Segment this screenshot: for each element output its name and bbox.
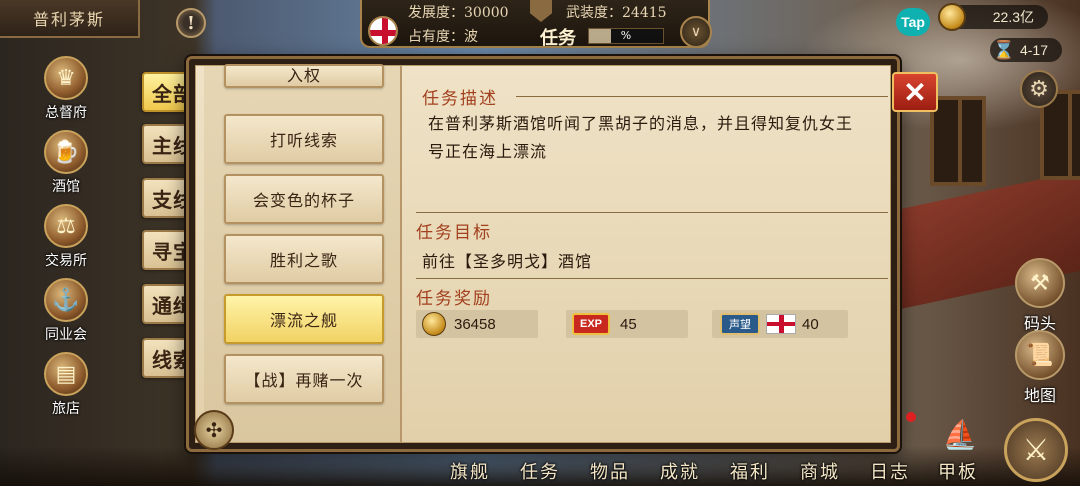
- bed-icon: ▤: [44, 352, 88, 396]
- military-stat: 武装度：24415: [566, 5, 667, 21]
- bottom-nav-flagship[interactable]: 旗舰: [450, 458, 490, 484]
- nav-map[interactable]: 📜 地图: [1012, 330, 1068, 406]
- description-title: 任务描述: [422, 89, 498, 109]
- gold-amount: 22.3亿: [992, 9, 1034, 25]
- quest-item[interactable]: 打听线索: [224, 114, 384, 164]
- date-display: ⌛ 4-17: [990, 38, 1062, 62]
- mug-icon: 🍺: [44, 130, 88, 174]
- reward-gold-value: 36458: [454, 315, 496, 333]
- city-name: 普利茅斯: [0, 0, 140, 38]
- tap-button[interactable]: Tap: [896, 8, 930, 36]
- gold-coin-icon: [938, 3, 966, 31]
- bottom-nav-shop[interactable]: 商城: [800, 458, 840, 484]
- bottom-nav-deck[interactable]: 甲板: [938, 458, 978, 484]
- nav-dock[interactable]: ⚒ 码头: [1012, 258, 1068, 334]
- gold-coin-icon: [422, 312, 446, 336]
- compass-icon[interactable]: ✣: [194, 410, 234, 450]
- divider: [416, 212, 888, 213]
- quest-item[interactable]: 【战】再赌一次: [224, 354, 384, 404]
- reward-exp-value: 45: [620, 315, 637, 333]
- dialog-parchment: 入权 打听线索 会变色的杯子 胜利之歌 漂流之舰 【战】再赌一次 任务描述 在普…: [195, 64, 891, 443]
- quest-list[interactable]: 入权 打听线索 会变色的杯子 胜利之歌 漂流之舰 【战】再赌一次: [204, 64, 402, 442]
- development-stat: 发展度：30000: [408, 5, 509, 21]
- chevron-down-icon[interactable]: ∨: [680, 16, 712, 48]
- reward-reputation-value: 40: [802, 315, 819, 333]
- bottom-nav-tasks[interactable]: 任务: [520, 458, 560, 484]
- nav-guild[interactable]: ⚓ 同业会: [34, 278, 98, 348]
- divider: [516, 96, 888, 97]
- nav-label: 同业会: [45, 327, 87, 343]
- england-flag-icon: [766, 314, 796, 334]
- bottom-nav-items[interactable]: 物品: [590, 458, 630, 484]
- shield-icon: [530, 0, 552, 22]
- nav-tavern[interactable]: 🍺 酒馆: [34, 130, 98, 200]
- close-icon[interactable]: ✕: [892, 72, 938, 112]
- notification-dot: [906, 412, 916, 422]
- nav-governor-office[interactable]: ♛ 总督府: [34, 56, 98, 126]
- reputation-icon: 声望: [720, 313, 760, 335]
- bottom-nav-log[interactable]: 日志: [870, 458, 910, 484]
- nav-label: 旅店: [52, 401, 80, 417]
- nav-label: 交易所: [45, 253, 87, 269]
- date-text: 4-17: [1019, 42, 1048, 58]
- reward-reputation: 声望 40: [712, 310, 848, 338]
- anchor-icon: ⚓: [44, 278, 88, 322]
- bottom-nav: 旗舰 任务 物品 成就 福利 商城 日志 甲板: [440, 458, 1000, 486]
- task-progress-text: %: [620, 29, 632, 42]
- alert-icon[interactable]: !: [176, 8, 206, 38]
- quest-item[interactable]: 入权: [224, 64, 384, 88]
- nav-label: 总督府: [45, 105, 87, 121]
- occupancy-stat: 占有度：波: [408, 29, 478, 45]
- reward-exp: EXP 45: [566, 310, 688, 338]
- nav-exchange[interactable]: ⚖ 交易所: [34, 204, 98, 274]
- reward-title: 任务奖励: [416, 289, 492, 309]
- nav-label: 酒馆: [52, 179, 80, 195]
- nav-label: 地图: [1023, 386, 1056, 405]
- background-window: [930, 96, 986, 186]
- quest-item[interactable]: 胜利之歌: [224, 234, 384, 284]
- england-flag-icon: [368, 16, 398, 46]
- divider: [416, 278, 888, 279]
- quest-dialog: 入权 打听线索 会变色的杯子 胜利之歌 漂流之舰 【战】再赌一次 任务描述 在普…: [186, 56, 900, 452]
- ship-icon[interactable]: ⛵: [932, 412, 988, 456]
- hourglass-icon: ⌛: [992, 39, 1016, 60]
- quest-item[interactable]: 会变色的杯子: [224, 174, 384, 224]
- quest-description: 在普利茅斯酒馆听闻了黑胡子的消息，并且得知复仇女王号正在海上漂流: [428, 114, 854, 161]
- bottom-nav-achievements[interactable]: 成就: [660, 458, 700, 484]
- quest-goal: 前往【圣多明戈】酒馆: [422, 252, 593, 271]
- gear-icon[interactable]: ⚙: [1020, 70, 1058, 108]
- reward-gold: 36458: [416, 310, 538, 338]
- task-label: 任务: [540, 28, 576, 49]
- task-progress-bar: %: [588, 28, 664, 44]
- goal-title: 任务目标: [416, 223, 492, 243]
- bottom-nav-benefits[interactable]: 福利: [730, 458, 770, 484]
- city-status-bar: 发展度：30000 武装度：24415 占有度：波 任务 %: [360, 0, 710, 49]
- dock-icon: ⚒: [1015, 258, 1065, 308]
- nav-inn[interactable]: ▤ 旅店: [34, 352, 98, 422]
- crossed-swords-icon[interactable]: ⚔: [1004, 418, 1068, 482]
- map-scroll-icon: 📜: [1015, 330, 1065, 380]
- crown-icon: ♛: [44, 56, 88, 100]
- gold-display: 22.3亿: [938, 3, 1048, 31]
- quest-item-selected[interactable]: 漂流之舰: [224, 294, 384, 344]
- scales-icon: ⚖: [44, 204, 88, 248]
- exp-icon: EXP: [572, 313, 610, 335]
